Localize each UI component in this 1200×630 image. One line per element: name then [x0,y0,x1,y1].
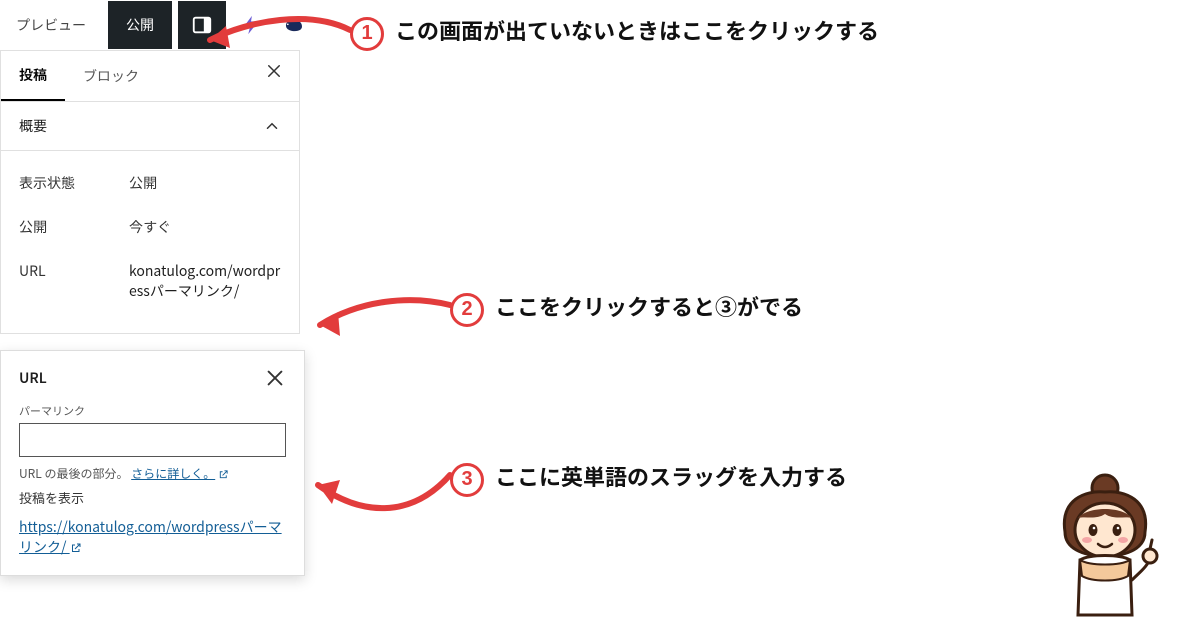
row-url[interactable]: URL konatulog.com/wordpressパーマリンク/ [19,249,281,313]
panel-icon [191,14,213,36]
section-summary-label: 概要 [19,116,47,136]
permalink-text: https://konatulog.com/wordpressパーマリンク/ [19,517,282,557]
tab-post[interactable]: 投稿 [1,51,65,101]
annotation-2-text: ここをクリックすると③がでる [495,290,803,322]
permalink-link[interactable]: https://konatulog.com/wordpressパーマリンク/ [19,517,286,557]
post-settings-sidebar: 投稿 ブロック 概要 表示状態 公開 公開 今すぐ URL konatulog.… [0,50,300,334]
external-link-icon [218,469,229,480]
permalink-hint: URL の最後の部分。 さらに詳しく。 [19,465,286,482]
permalink-input[interactable] [19,423,286,457]
annotation-arrow-2 [300,290,460,350]
url-label: URL [19,261,129,301]
view-post-label: 投稿を表示 [19,488,286,507]
bolt-icon [240,14,262,36]
sidebar-tabs: 投稿 ブロック [1,51,299,102]
chevron-up-icon [263,117,281,135]
annotation-number-3: 3 [450,463,484,497]
annotation-number-2: 2 [450,293,484,327]
annotation-3: 3 ここに英単語のスラッグを入力する [450,460,847,497]
row-visibility[interactable]: 表示状態 公開 [19,161,281,205]
popover-title: URL [19,368,47,388]
popover-close-button[interactable] [264,367,286,389]
external-link-icon [70,542,82,554]
publish-label: 公開 [19,217,129,237]
annotation-arrow-3 [300,460,460,530]
learn-more-link[interactable]: さらに詳しく。 [131,465,215,482]
whale-icon [278,16,306,34]
editor-toolbar: プレビュー 公開 [0,0,306,50]
row-publish[interactable]: 公開 今すぐ [19,205,281,249]
url-popover: URL パーマリンク URL の最後の部分。 さらに詳しく。 投稿を表示 htt… [0,350,305,576]
hint-text: URL の最後の部分。 [19,465,128,482]
settings-panel-toggle[interactable] [178,1,226,49]
close-icon [265,62,283,80]
visibility-value: 公開 [129,173,281,193]
visibility-label: 表示状態 [19,173,129,193]
url-value: konatulog.com/wordpressパーマリンク/ [129,261,281,301]
summary-rows: 表示状態 公開 公開 今すぐ URL konatulog.com/wordpre… [1,151,299,333]
tab-block[interactable]: ブロック [65,52,157,100]
publish-value: 今すぐ [129,217,281,237]
close-icon [264,367,286,389]
annotation-1: 1 この画面が出ていないときはここをクリックする [350,14,879,51]
annotation-2: 2 ここをクリックすると③がでる [450,290,803,327]
permalink-field-label: パーマリンク [19,403,286,419]
annotation-3-text: ここに英単語のスラッグを入力する [495,460,847,492]
annotation-number-1: 1 [350,17,384,51]
section-summary-toggle[interactable]: 概要 [1,102,299,151]
publish-button[interactable]: 公開 [108,1,172,49]
preview-button[interactable]: プレビュー [0,15,102,35]
character-illustration [1040,470,1170,620]
annotation-1-text: この画面が出ていないときはここをクリックする [395,14,879,46]
sidebar-close-button[interactable] [265,61,289,85]
